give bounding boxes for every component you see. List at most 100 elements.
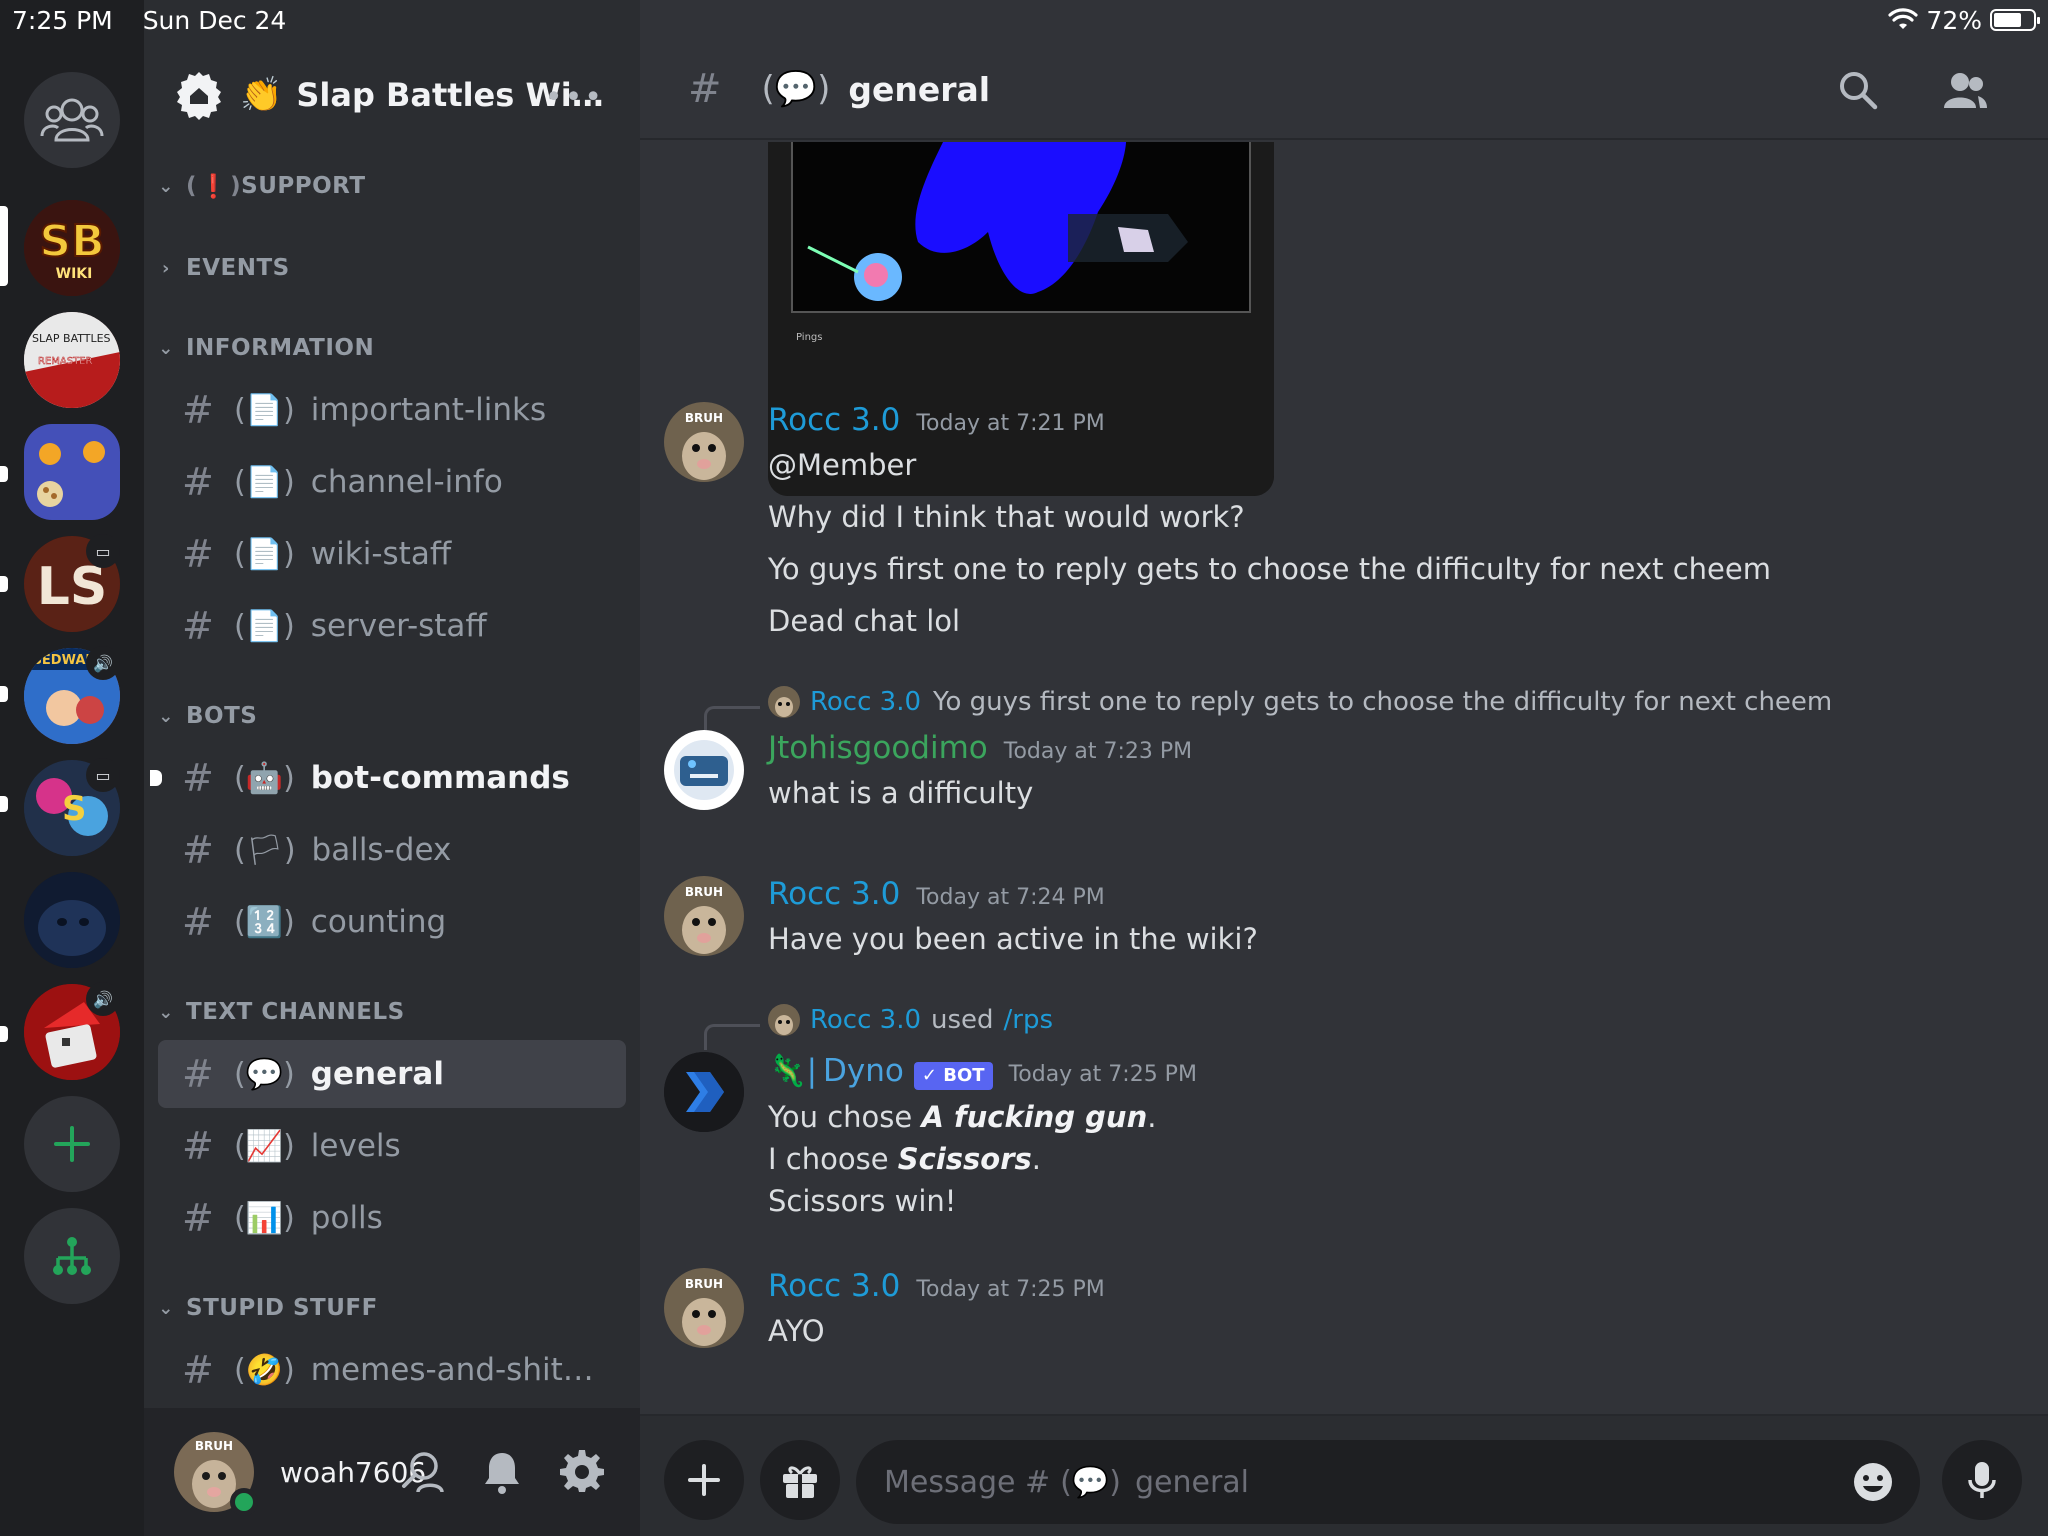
channel-channel-info[interactable]: # (📄) channel-info bbox=[158, 448, 626, 516]
message-list: Pings BRUH Rocc 3.0 Today at 7:21 PM @Me… bbox=[640, 142, 2048, 1414]
hash-icon: # bbox=[182, 900, 214, 944]
battery-percent: 72% bbox=[1926, 5, 1982, 35]
channel-name: channel-info bbox=[310, 464, 503, 500]
avatar[interactable]: BRUH bbox=[174, 1432, 258, 1516]
server-unread-indicator bbox=[0, 466, 8, 482]
author-name[interactable]: Rocc 3.0 bbox=[768, 1268, 900, 1304]
community-home-icon bbox=[177, 72, 221, 120]
command-invocation[interactable]: Rocc 3.0 used /rps bbox=[768, 1004, 1053, 1036]
rocc-avatar-image: BRUH bbox=[664, 876, 744, 956]
channel-title[interactable]: general bbox=[848, 70, 990, 109]
category-text-channels[interactable]: ⌄ TEXT CHANNELS bbox=[154, 994, 405, 1030]
server-dark-cat[interactable] bbox=[24, 872, 120, 968]
channel-server-staff[interactable]: # (📄) server-staff bbox=[158, 592, 626, 660]
channel-general[interactable]: # (💬) general bbox=[158, 1040, 626, 1108]
channel-wiki-staff[interactable]: # (📄) wiki-staff bbox=[158, 520, 626, 588]
slap-battles-remaster-logo: SLAP BATTLES REMASTER bbox=[24, 312, 120, 408]
avatar[interactable]: BRUH bbox=[664, 402, 744, 482]
server-unread-indicator-5 bbox=[0, 1026, 8, 1042]
voice-message-button[interactable] bbox=[1942, 1440, 2022, 1520]
avatar[interactable]: BRUH bbox=[664, 876, 744, 956]
placeholder-channel: general bbox=[1134, 1464, 1249, 1500]
add-attachment-button[interactable] bbox=[664, 1440, 744, 1520]
guild-header[interactable]: 👏 Slap Battles Wi… ••• bbox=[144, 40, 640, 150]
channel-balls-dex[interactable]: # (🏳) balls-dex bbox=[158, 816, 626, 884]
timestamp: Today at 7:24 PM bbox=[916, 885, 1105, 910]
category-information[interactable]: ⌄ INFORMATION bbox=[154, 330, 374, 366]
server-slap-battles-wiki[interactable]: SB WIKI bbox=[24, 200, 120, 296]
microphone-icon bbox=[1968, 1462, 1996, 1498]
avatar[interactable] bbox=[664, 730, 744, 810]
gift-icon bbox=[783, 1466, 817, 1498]
channel-important-links[interactable]: # (📄) important-links bbox=[158, 376, 626, 444]
sb-wiki-logo: SB WIKI bbox=[24, 200, 120, 296]
channel-name: bot-commands bbox=[310, 760, 570, 796]
avatar bbox=[768, 1004, 800, 1036]
channel-sidebar: 👏 Slap Battles Wi… ••• ⌄ ( ❗ ) SUPPORT ›… bbox=[144, 0, 640, 1536]
find-friends-icon[interactable] bbox=[398, 1450, 444, 1494]
reply-connector bbox=[704, 706, 760, 732]
wifi-icon bbox=[1888, 8, 1919, 29]
author-name[interactable]: Dyno bbox=[823, 1053, 904, 1089]
server-unread-indicator-4 bbox=[0, 796, 8, 812]
message-meta: Rocc 3.0 Today at 7:21 PM bbox=[768, 402, 1105, 438]
search-icon[interactable] bbox=[1838, 70, 1878, 110]
speaker-icon: 🔊 bbox=[86, 646, 120, 680]
svg-text:BRUH: BRUH bbox=[685, 411, 723, 425]
channel-name: server-staff bbox=[310, 608, 487, 644]
channel-levels[interactable]: # (📈) levels bbox=[158, 1112, 626, 1180]
channel-name: memes-and-shit… bbox=[310, 1352, 594, 1388]
direct-messages-button[interactable] bbox=[24, 72, 120, 168]
reply-preview[interactable]: Rocc 3.0 Yo guys first one to reply gets… bbox=[768, 686, 1832, 718]
server-rail: SB WIKI SLAP BATTLES REMASTER LS ▭ BEDWA… bbox=[0, 0, 144, 1536]
guild-options-icon[interactable]: ••• bbox=[545, 80, 604, 115]
notifications-bell-icon[interactable] bbox=[482, 1450, 522, 1494]
channel-emoji: (📊) bbox=[234, 1200, 295, 1236]
category-stupid-stuff[interactable]: ⌄ STUPID STUFF bbox=[154, 1290, 378, 1326]
message-line: You chose A fucking gun. bbox=[768, 1100, 1157, 1134]
channel-polls[interactable]: # (📊) polls bbox=[158, 1184, 626, 1252]
exclamation-icon: ❗ bbox=[199, 173, 229, 200]
category-events[interactable]: › EVENTS bbox=[154, 250, 290, 286]
rocc-avatar-image: BRUH bbox=[664, 1268, 744, 1348]
plus-icon bbox=[54, 1126, 90, 1162]
message-input[interactable]: Message # (💬) general bbox=[856, 1440, 1920, 1524]
command-connector bbox=[704, 1024, 760, 1050]
settings-gear-icon[interactable] bbox=[560, 1450, 604, 1494]
dyno-avatar-image bbox=[664, 1052, 744, 1132]
author-name[interactable]: Rocc 3.0 bbox=[768, 402, 900, 438]
member-list-icon[interactable] bbox=[1942, 70, 1988, 110]
server-chick-folder[interactable] bbox=[24, 424, 120, 520]
category-label: EVENTS bbox=[186, 255, 290, 281]
channel-name: polls bbox=[310, 1200, 383, 1236]
server-slap-battles-remaster[interactable]: SLAP BATTLES REMASTER bbox=[24, 312, 120, 408]
emoji-picker-icon[interactable] bbox=[1852, 1461, 1894, 1503]
hash-icon: # bbox=[182, 388, 214, 432]
svg-text:S: S bbox=[62, 789, 87, 829]
author-name[interactable]: Jtohisgoodimo bbox=[768, 730, 988, 766]
command-name[interactable]: /rps bbox=[1004, 1005, 1054, 1035]
message-line: what is a difficulty bbox=[768, 776, 1034, 810]
gift-button[interactable] bbox=[760, 1440, 840, 1520]
message-meta: Jtohisgoodimo Today at 7:23 PM bbox=[768, 730, 1192, 766]
author-name[interactable]: Rocc 3.0 bbox=[768, 876, 900, 912]
avatar[interactable] bbox=[664, 1052, 744, 1132]
battery-icon bbox=[1990, 9, 2040, 31]
channel-counting[interactable]: # (🔢) counting bbox=[158, 888, 626, 956]
explore-servers-button[interactable] bbox=[24, 1208, 120, 1304]
hash-icon: # bbox=[182, 756, 214, 800]
category-support[interactable]: ⌄ ( ❗ ) SUPPORT bbox=[154, 168, 366, 204]
svg-text:BRUH: BRUH bbox=[685, 885, 723, 899]
channel-emoji: (📄) bbox=[234, 608, 295, 644]
jtoh-avatar-image bbox=[664, 730, 744, 810]
add-server-button[interactable] bbox=[24, 1096, 120, 1192]
category-bots[interactable]: ⌄ BOTS bbox=[154, 698, 257, 734]
channel-memes-and-shit[interactable]: # (🤣) memes-and-shit… bbox=[158, 1336, 626, 1404]
chevron-down-icon: ⌄ bbox=[158, 1297, 174, 1319]
channel-bot-commands[interactable]: # (🤖) bot-commands bbox=[150, 744, 626, 812]
channel-emoji: (🏳) bbox=[234, 832, 296, 868]
message-line: @Member bbox=[768, 448, 917, 482]
hash-icon: # bbox=[688, 66, 722, 112]
avatar[interactable]: BRUH bbox=[664, 1268, 744, 1348]
image-attachment[interactable]: Pings bbox=[768, 142, 1274, 496]
